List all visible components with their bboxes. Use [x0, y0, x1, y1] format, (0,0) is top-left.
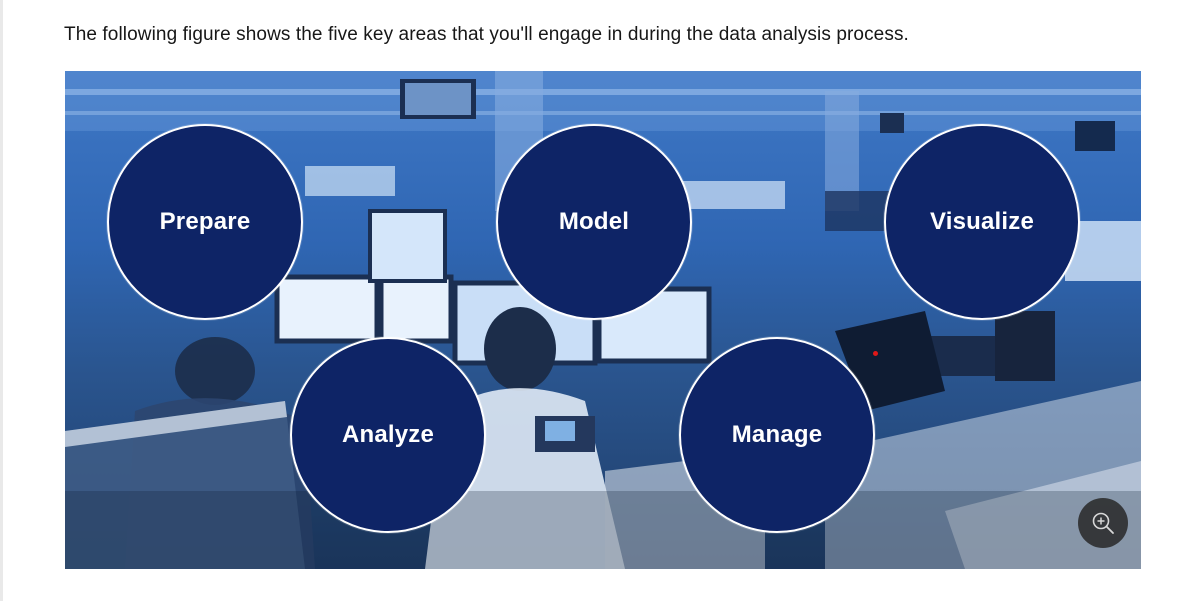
area-analyze: Analyze	[290, 337, 486, 533]
zoom-button[interactable]	[1078, 498, 1128, 548]
intro-text: The following figure shows the five key …	[64, 24, 909, 45]
area-label: Model	[558, 208, 630, 235]
red-indicator-dot	[873, 351, 878, 356]
area-model: Model	[496, 124, 692, 320]
area-label: Visualize	[929, 208, 1035, 235]
page: The following figure shows the five key …	[0, 0, 1186, 601]
data-analysis-figure[interactable]: Prepare Model Visualize Analyze Manage	[65, 71, 1141, 569]
left-border	[0, 0, 3, 601]
area-prepare: Prepare	[107, 124, 303, 320]
area-label: Manage	[731, 421, 823, 448]
area-visualize: Visualize	[884, 124, 1080, 320]
area-manage: Manage	[679, 337, 875, 533]
area-label: Prepare	[159, 208, 251, 235]
zoom-in-icon	[1092, 512, 1114, 534]
area-label: Analyze	[341, 421, 435, 448]
